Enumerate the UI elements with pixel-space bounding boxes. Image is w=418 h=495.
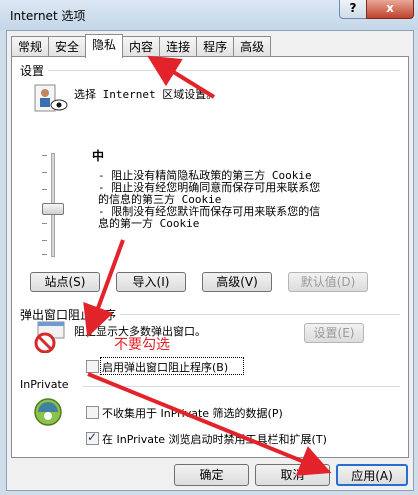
arrow-to-apply-button — [87, 372, 332, 476]
arrow-to-privacy-tab — [147, 55, 216, 99]
tab-privacy[interactable]: 隐私 — [85, 34, 124, 58]
annotation-arrows — [83, 55, 332, 476]
arrow-to-popup-checkbox — [83, 239, 125, 338]
